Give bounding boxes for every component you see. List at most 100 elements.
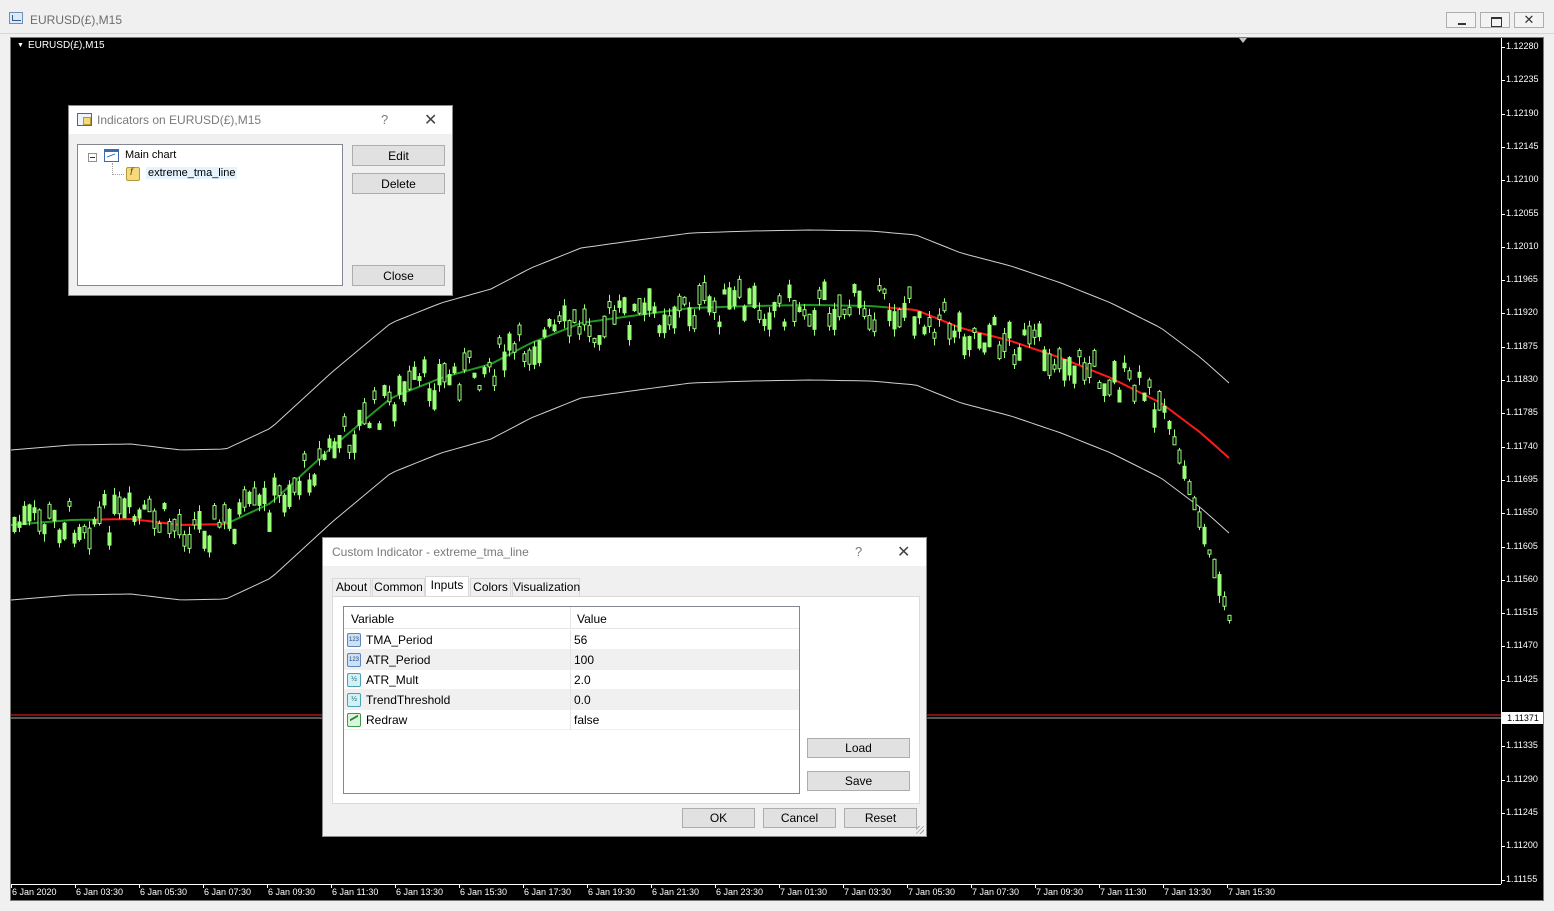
candle-body	[857, 290, 862, 309]
price-tick-label: 1.11425	[1506, 673, 1538, 684]
indicator-tree[interactable]: Main chart extreme_tma_line	[77, 144, 343, 286]
reset-button[interactable]: Reset	[844, 808, 917, 828]
candle-body	[227, 508, 232, 529]
candle-body	[1102, 383, 1107, 397]
time-tick	[715, 884, 716, 888]
candle-body	[1047, 353, 1052, 376]
help-icon[interactable]: ?	[855, 544, 862, 559]
candle-body	[27, 504, 32, 522]
cancel-button[interactable]: Cancel	[763, 808, 836, 828]
tab-about[interactable]: About	[332, 578, 371, 596]
tab-common[interactable]: Common	[372, 578, 425, 596]
time-tick-label: 6 Jan 09:30	[268, 887, 316, 897]
row-value[interactable]: 56	[574, 633, 587, 647]
collapse-toggle[interactable]	[88, 153, 97, 162]
candle-body	[532, 346, 537, 365]
price-tick	[1501, 180, 1505, 182]
time-tick-label: 7 Jan 05:30	[908, 887, 956, 897]
load-button[interactable]: Load	[807, 738, 910, 758]
candle-body	[562, 305, 567, 322]
candle-body	[392, 404, 397, 422]
candle-body	[457, 384, 462, 401]
candle-body	[922, 326, 927, 335]
price-tick	[1501, 613, 1505, 615]
close-icon[interactable]: ✕	[424, 110, 437, 130]
candle-body	[282, 494, 287, 513]
candle-body	[272, 477, 277, 496]
candle-body	[782, 321, 787, 327]
row-value[interactable]: 0.0	[574, 693, 591, 707]
table-row[interactable]: ½ TrendThreshold 0.0	[344, 690, 799, 710]
candle-body	[417, 376, 422, 382]
price-tick	[1501, 579, 1505, 581]
table-row[interactable]: Redraw false	[344, 710, 799, 730]
tree-item-main-chart[interactable]: Main chart	[125, 149, 176, 161]
candle-body	[752, 285, 757, 308]
candle-body	[1167, 420, 1172, 430]
candle-body	[512, 343, 517, 353]
inputs-grid[interactable]: Variable Value 123 TMA_Period 56 123 ATR…	[343, 606, 800, 794]
chart-shift-marker[interactable]	[1239, 38, 1247, 43]
candle-body	[1077, 350, 1082, 358]
price-axis[interactable]	[1501, 38, 1543, 884]
ok-button[interactable]: OK	[682, 808, 755, 828]
close-button[interactable]: Close	[352, 265, 445, 286]
candle-body	[177, 513, 182, 536]
table-row[interactable]: ½ ATR_Mult 2.0	[344, 670, 799, 690]
candle-body	[367, 422, 372, 429]
custom-indicator-icon	[126, 167, 140, 181]
candle-body	[817, 289, 822, 299]
save-button[interactable]: Save	[807, 771, 910, 791]
candle-body	[262, 487, 267, 505]
price-tick-label: 1.11335	[1506, 740, 1538, 751]
tree-item-extreme-tma-line[interactable]: extreme_tma_line	[146, 167, 238, 179]
resize-grip[interactable]	[916, 826, 924, 834]
edit-button[interactable]: Edit	[352, 145, 445, 166]
price-tick-label: 1.11650	[1506, 507, 1538, 518]
time-tick-label: 7 Jan 13:30	[1164, 887, 1212, 897]
candle-body	[377, 423, 382, 430]
candle-body	[842, 308, 847, 316]
candle-body	[1002, 333, 1007, 352]
indicators-dialog-titlebar[interactable]: Indicators on EURUSD(£),M15 ? ✕	[69, 106, 452, 134]
candle-body	[1197, 511, 1202, 528]
tab-colors[interactable]: Colors	[470, 578, 511, 596]
row-value[interactable]: 100	[574, 653, 594, 667]
inputs-panel: Variable Value 123 TMA_Period 56 123 ATR…	[332, 596, 920, 804]
candle-body	[522, 353, 527, 362]
column-header-variable[interactable]: Variable	[351, 612, 394, 626]
table-row[interactable]: 123 TMA_Period 56	[344, 630, 799, 650]
candle-body	[1182, 465, 1187, 479]
price-tick	[1501, 113, 1505, 115]
close-window-button[interactable]: ✕	[1514, 12, 1544, 28]
custom-indicator-dialog-titlebar[interactable]: Custom Indicator - extreme_tma_line ? ✕	[323, 538, 926, 566]
tab-visualization[interactable]: Visualization	[512, 578, 580, 596]
restore-button[interactable]	[1480, 12, 1510, 28]
price-tick-label: 1.12145	[1506, 140, 1539, 151]
candle-body	[1212, 558, 1217, 579]
minimize-button[interactable]	[1446, 12, 1476, 28]
time-tick	[267, 884, 268, 888]
row-value[interactable]: false	[574, 713, 599, 727]
candle-body	[997, 344, 1002, 360]
chart-symbol-label[interactable]: EURUSD(£),M15	[17, 40, 105, 51]
tab-inputs[interactable]: Inputs	[425, 576, 469, 597]
chart-window-icon	[9, 12, 23, 24]
candle-body	[257, 494, 262, 506]
help-icon[interactable]: ?	[381, 112, 388, 127]
candle-body	[937, 314, 942, 320]
column-header-value[interactable]: Value	[577, 612, 607, 626]
price-tick-label: 1.12010	[1506, 240, 1539, 251]
price-tick	[1501, 746, 1505, 748]
time-tick-label: 6 Jan 11:30	[332, 887, 379, 897]
candle-body	[387, 391, 392, 403]
row-value[interactable]: 2.0	[574, 673, 591, 687]
table-row[interactable]: 123 ATR_Period 100	[344, 650, 799, 670]
close-icon[interactable]: ✕	[897, 542, 910, 562]
candle-body	[932, 331, 937, 339]
delete-button[interactable]: Delete	[352, 173, 445, 194]
time-tick	[459, 884, 460, 888]
candle-body	[327, 438, 332, 448]
candle-body	[552, 324, 557, 332]
indicators-dialog: Indicators on EURUSD(£),M15 ? ✕ Main cha…	[68, 105, 453, 296]
